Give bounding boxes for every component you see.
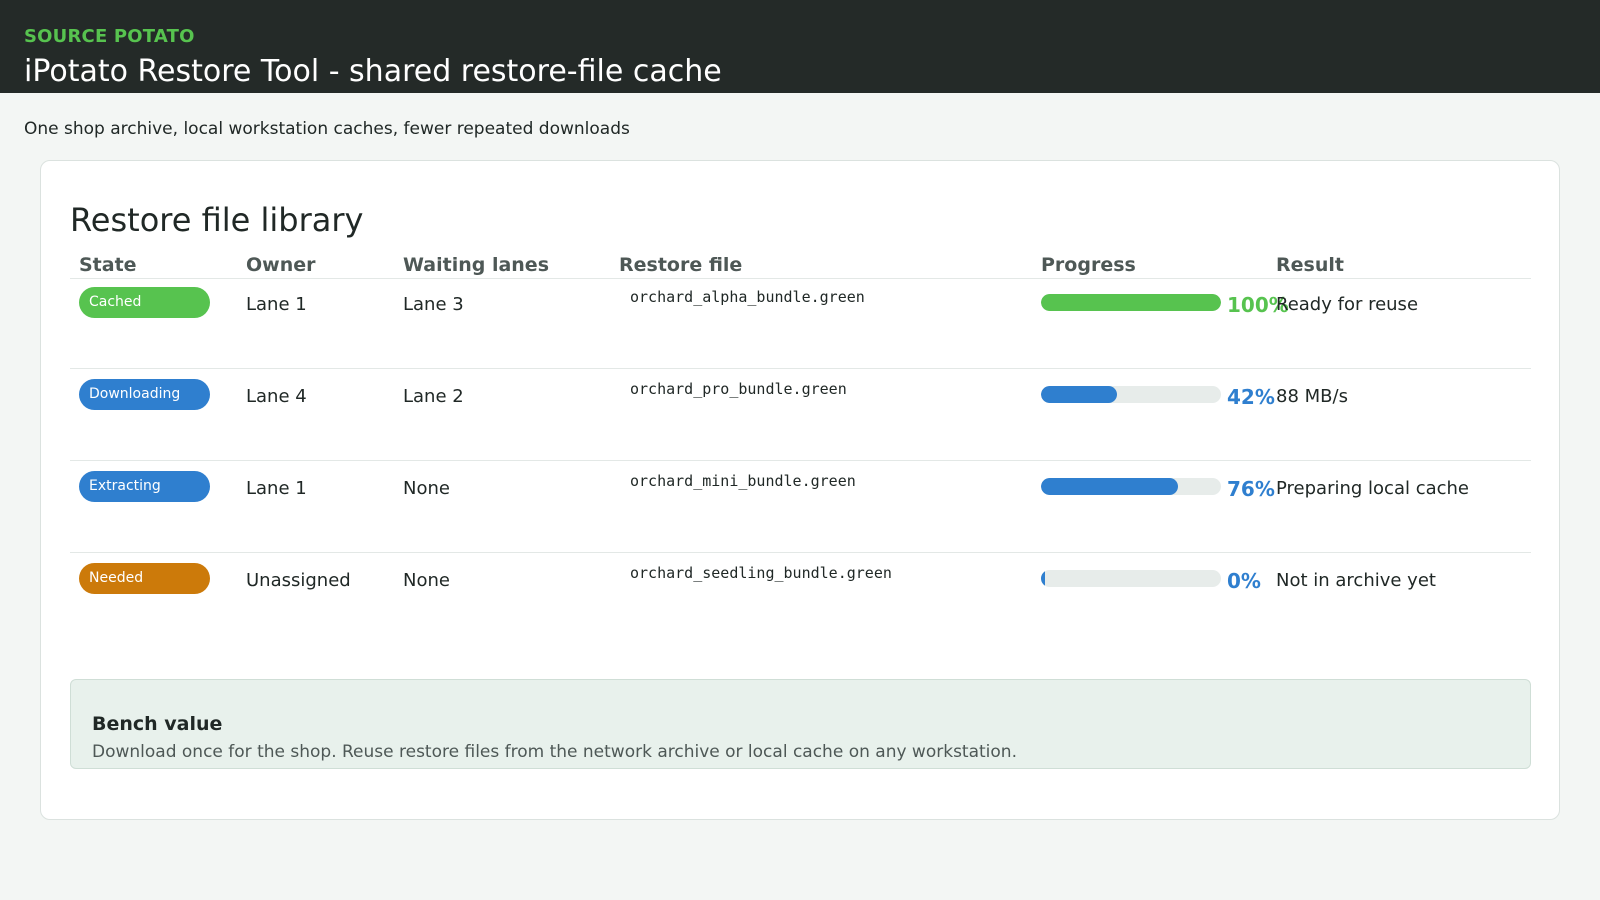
table-row: Needed Unassigned None orchard_seedling_bun… — [70, 553, 1531, 645]
progress-bar — [1041, 294, 1221, 311]
progress-percent: 42% — [1227, 385, 1275, 409]
progress-bar — [1041, 478, 1221, 495]
restore-file-name: orchard_pro_bundle.green — [630, 380, 847, 398]
page-subtitle: One shop archive, local workstation cach… — [24, 119, 630, 139]
column-header-result: Result — [1276, 254, 1344, 276]
status-badge: Extracting — [79, 471, 210, 502]
bench-value-title: Bench value — [92, 713, 223, 735]
restore-file-name: orchard_seedling_bundle.green — [630, 564, 892, 582]
column-header-restore-file: Restore file — [619, 254, 743, 276]
owner-cell: Lane 1 — [246, 294, 307, 315]
status-badge: Cached — [79, 287, 210, 318]
column-header-state: State — [79, 254, 137, 276]
owner-cell: Lane 1 — [246, 478, 307, 499]
result-cell: Not in archive yet — [1276, 570, 1436, 591]
restore-file-name: orchard_alpha_bundle.green — [630, 288, 865, 306]
bench-value-text: Download once for the shop. Reuse restor… — [92, 742, 1017, 762]
progress-bar-fill — [1041, 294, 1221, 311]
top-bar: SOURCE POTATO iPotato Restore Tool - sha… — [0, 0, 1600, 93]
waiting-lanes-cell: None — [403, 478, 450, 499]
result-cell: Preparing local cache — [1276, 478, 1469, 499]
owner-cell: Unassigned — [246, 570, 351, 591]
brand-label: SOURCE POTATO — [24, 26, 195, 47]
progress-bar-fill — [1041, 570, 1045, 587]
waiting-lanes-cell: Lane 2 — [403, 386, 464, 407]
waiting-lanes-cell: Lane 3 — [403, 294, 464, 315]
owner-cell: Lane 4 — [246, 386, 307, 407]
table-row: Extracting Lane 1 None orchard_mini_bundle.… — [70, 461, 1531, 553]
progress-percent: 0% — [1227, 569, 1261, 593]
progress-bar — [1041, 386, 1221, 403]
result-cell: 88 MB/s — [1276, 386, 1348, 407]
bench-value-callout: Bench value Download once for the shop. … — [70, 679, 1531, 769]
restore-library-card: Restore file library State Owner Waiting… — [40, 160, 1560, 820]
progress-bar-fill — [1041, 478, 1178, 495]
column-header-owner: Owner — [246, 254, 316, 276]
progress-bar — [1041, 570, 1221, 587]
progress-bar-fill — [1041, 386, 1117, 403]
column-header-waiting-lanes: Waiting lanes — [403, 254, 550, 276]
table-row: Downloading Lane 4 Lane 2 orchard_pro_bundl… — [70, 369, 1531, 461]
status-badge: Needed — [79, 563, 210, 594]
table-row: Cached Lane 1 Lane 3 orchard_alpha_bundle.g… — [70, 277, 1531, 369]
app-title: iPotato Restore Tool - shared restore-fi… — [24, 54, 722, 89]
waiting-lanes-cell: None — [403, 570, 450, 591]
restore-file-name: orchard_mini_bundle.green — [630, 472, 856, 490]
status-badge: Downloading — [79, 379, 210, 410]
library-title: Restore file library — [70, 201, 364, 239]
progress-percent: 76% — [1227, 477, 1275, 501]
result-cell: Ready for reuse — [1276, 294, 1419, 315]
column-header-progress: Progress — [1041, 254, 1136, 276]
